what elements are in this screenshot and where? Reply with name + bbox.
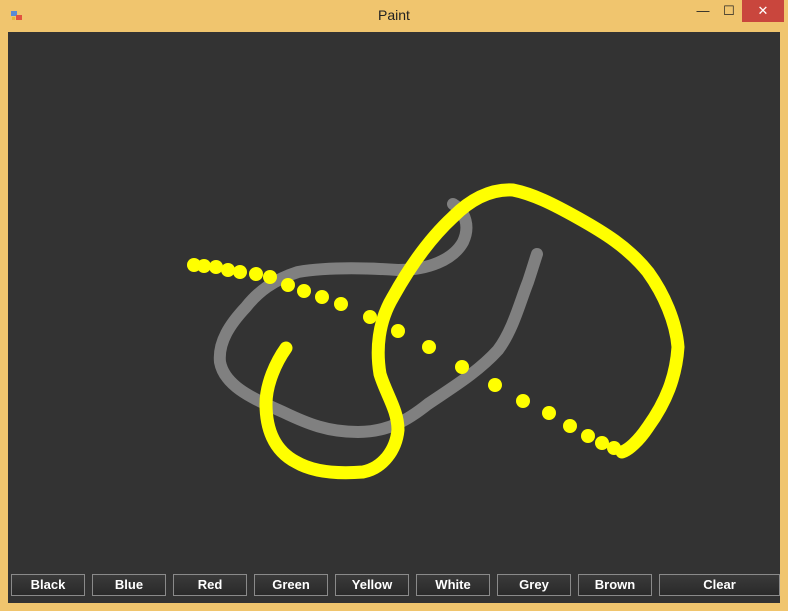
- black-button[interactable]: Black: [11, 574, 85, 596]
- blue-button[interactable]: Blue: [92, 574, 166, 596]
- color-toolbar: Black Blue Red Green Yellow White Grey B…: [8, 571, 780, 603]
- brown-button[interactable]: Brown: [578, 574, 652, 596]
- close-icon[interactable]: ✕: [742, 0, 784, 22]
- maximize-icon[interactable]: ☐: [716, 0, 742, 22]
- window-title: Paint: [378, 7, 410, 23]
- drawing-surface[interactable]: [8, 32, 780, 571]
- clear-button[interactable]: Clear: [659, 574, 780, 596]
- red-button[interactable]: Red: [173, 574, 247, 596]
- green-button[interactable]: Green: [254, 574, 328, 596]
- grey-button[interactable]: Grey: [497, 574, 571, 596]
- yellow-button[interactable]: Yellow: [335, 574, 409, 596]
- title-bar[interactable]: Paint — ☐ ✕: [0, 0, 788, 32]
- drawing-canvas[interactable]: [8, 32, 780, 571]
- white-button[interactable]: White: [416, 574, 490, 596]
- paint-window: Paint — ☐ ✕ Black Blue Red Green Yellow …: [0, 0, 788, 611]
- minimize-icon[interactable]: —: [690, 0, 716, 22]
